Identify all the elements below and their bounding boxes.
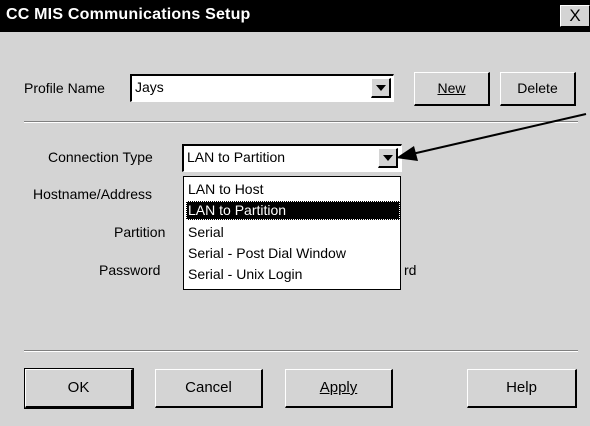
profile-name-label: Profile Name bbox=[24, 80, 105, 96]
option-serial-unix-login[interactable]: Serial - Unix Login bbox=[186, 265, 400, 284]
ok-button-label: OK bbox=[67, 379, 90, 396]
profile-name-value: Jays bbox=[135, 79, 164, 95]
cancel-button-label: Cancel bbox=[185, 379, 232, 396]
annotation-arrow bbox=[396, 113, 587, 161]
option-lan-to-host[interactable]: LAN to Host bbox=[186, 180, 400, 199]
connection-type-dropdown-list[interactable]: LAN to Host LAN to Partition Serial Seri… bbox=[183, 176, 401, 290]
connection-type-combobox[interactable]: LAN to Partition bbox=[182, 144, 402, 172]
bottom-separator bbox=[24, 350, 578, 352]
help-button[interactable]: Help bbox=[467, 369, 577, 408]
option-serial-post-dial-window[interactable]: Serial - Post Dial Window bbox=[186, 244, 400, 263]
dialog-window: CC MIS Communications Setup X Profile Na… bbox=[0, 0, 590, 426]
close-icon: X bbox=[569, 6, 581, 25]
connection-type-label: Connection Type bbox=[48, 149, 153, 165]
option-lan-to-partition[interactable]: LAN to Partition bbox=[186, 201, 400, 220]
option-serial[interactable]: Serial bbox=[186, 223, 400, 242]
ok-button[interactable]: OK bbox=[24, 368, 134, 409]
profile-name-combobox[interactable]: Jays bbox=[130, 74, 394, 102]
password-trailing-text: rd bbox=[404, 262, 417, 278]
new-button-label: New bbox=[437, 80, 466, 96]
title-bar[interactable]: CC MIS Communications Setup bbox=[0, 0, 590, 32]
apply-button-label: Apply bbox=[319, 379, 358, 396]
delete-button-label: Delete bbox=[517, 80, 558, 96]
hostname-label: Hostname/Address bbox=[33, 186, 153, 202]
cancel-button[interactable]: Cancel bbox=[155, 369, 263, 408]
password-label: Password bbox=[99, 262, 161, 278]
partition-label: Partition bbox=[114, 224, 166, 240]
window-title: CC MIS Communications Setup bbox=[6, 6, 251, 23]
connection-type-value: LAN to Partition bbox=[187, 149, 286, 165]
close-button[interactable]: X bbox=[560, 5, 590, 27]
profile-dropdown-button[interactable] bbox=[371, 78, 391, 98]
help-button-label: Help bbox=[506, 379, 537, 396]
apply-button[interactable]: Apply bbox=[285, 369, 393, 408]
